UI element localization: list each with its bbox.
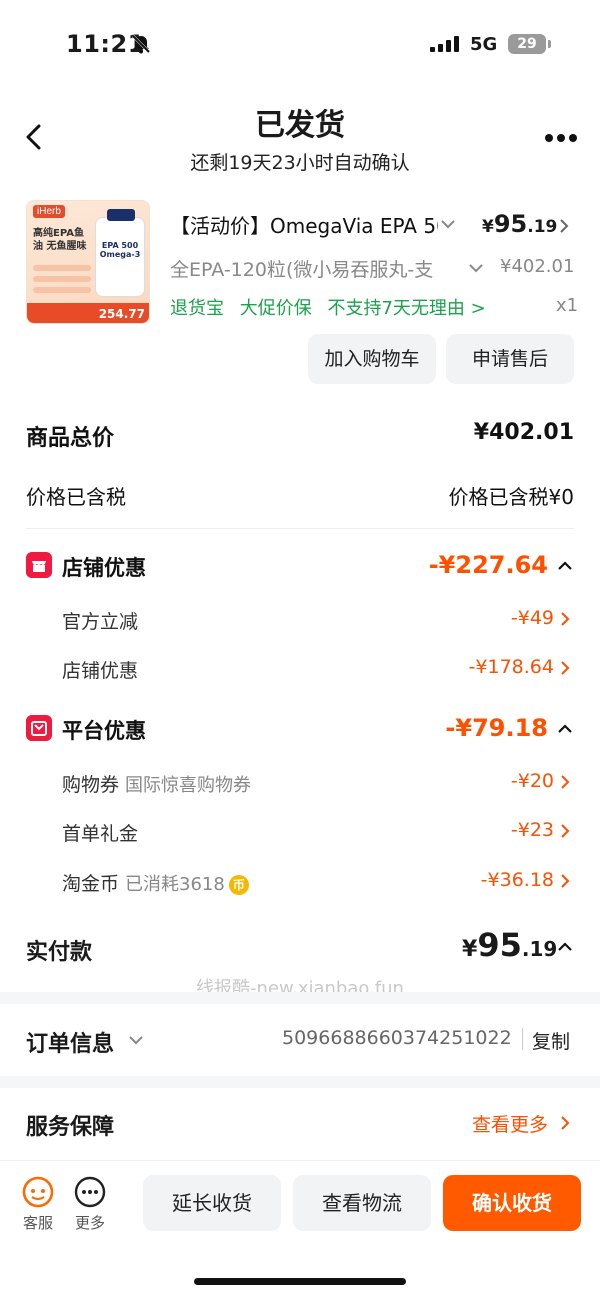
gold-coin-icon: 币 bbox=[228, 874, 249, 895]
platform-discount-title: 平台优惠 bbox=[62, 719, 146, 743]
discount-item-value[interactable]: -¥20 bbox=[511, 770, 554, 792]
chevron-up-icon[interactable] bbox=[557, 723, 573, 735]
chevron-right-icon[interactable] bbox=[560, 1115, 570, 1131]
chevron-right-icon[interactable] bbox=[560, 611, 570, 627]
order-info-label[interactable]: 订单信息 bbox=[26, 1026, 114, 1058]
product-service-tags[interactable]: 退货宝 大促价保 不支持7天无理由 > bbox=[170, 294, 496, 320]
discount-item-label: 淘金币 已消耗3618 币 bbox=[62, 869, 249, 896]
add-to-cart-button[interactable]: 加入购物车 bbox=[308, 334, 436, 384]
chevron-right-icon[interactable] bbox=[560, 873, 570, 889]
section-gap bbox=[0, 1076, 600, 1088]
chevron-right-icon[interactable] bbox=[558, 218, 570, 234]
battery-tip bbox=[548, 40, 551, 48]
tax-label: 价格已含税 bbox=[26, 485, 126, 509]
product-spec[interactable]: 全EPA-120粒(微小易吞服丸-支 bbox=[170, 255, 460, 282]
more-circle-icon[interactable] bbox=[74, 1176, 106, 1208]
view-more-link[interactable]: 查看更多 bbox=[472, 1110, 548, 1137]
product-image-bullets bbox=[33, 265, 91, 298]
product-bottle-label: EPA 500 Omega-3 bbox=[99, 241, 141, 259]
more-label[interactable]: 更多 bbox=[70, 1212, 110, 1233]
bell-muted-icon bbox=[131, 34, 151, 54]
product-bottle-cap bbox=[107, 209, 135, 221]
confirm-receipt-button[interactable]: 确认收货 bbox=[443, 1175, 581, 1231]
chevron-down-icon[interactable] bbox=[468, 262, 484, 274]
tag-no-7day-return[interactable]: 不支持7天无理由 > bbox=[327, 298, 485, 319]
product-price: ¥95.19 bbox=[482, 210, 558, 238]
store-icon bbox=[26, 552, 52, 578]
chevron-down-icon[interactable] bbox=[440, 218, 456, 230]
discount-item-label: 购物券 国际惊喜购物券 bbox=[62, 774, 252, 796]
discount-item-note: 已消耗3618 bbox=[125, 874, 225, 895]
section-gap bbox=[0, 992, 600, 1004]
product-original-price: ¥402.01 bbox=[500, 256, 575, 277]
platform-discount-total[interactable]: -¥79.18 bbox=[445, 714, 548, 742]
store-discount-total[interactable]: -¥227.64 bbox=[429, 551, 548, 579]
total-price-label: 商品总价 bbox=[26, 426, 115, 451]
discount-item-value[interactable]: -¥49 bbox=[511, 607, 554, 629]
store-discount-title: 店铺优惠 bbox=[62, 556, 146, 580]
discount-item-label: 店铺优惠 bbox=[62, 660, 139, 682]
extend-receipt-button[interactable]: 延长收货 bbox=[143, 1175, 281, 1231]
platform-icon bbox=[26, 715, 52, 741]
discount-item-value[interactable]: -¥36.18 bbox=[481, 869, 554, 891]
tax-value: 价格已含税¥0 bbox=[448, 485, 574, 509]
product-image-price: 254.77 bbox=[98, 307, 145, 321]
service-guarantee-label: 服务保障 bbox=[26, 1115, 115, 1140]
after-sale-button[interactable]: 申请售后 bbox=[446, 334, 574, 384]
discount-item-label: 官方立减 bbox=[62, 611, 139, 633]
chevron-right-icon[interactable] bbox=[560, 823, 570, 839]
home-indicator[interactable] bbox=[194, 1278, 406, 1285]
discount-item-value[interactable]: -¥23 bbox=[511, 819, 554, 841]
page-title: 已发货 bbox=[255, 108, 345, 143]
more-dots-icon[interactable] bbox=[544, 133, 578, 143]
chevron-up-icon[interactable] bbox=[557, 941, 573, 953]
battery-icon: 29 bbox=[508, 34, 546, 54]
order-number: 5096688660374251022 bbox=[282, 1027, 512, 1049]
chevron-up-icon[interactable] bbox=[557, 560, 573, 572]
discount-item-note: 国际惊喜购物券 bbox=[125, 775, 252, 796]
product-image-headline: 高纯EPA鱼油 无鱼腥味 bbox=[33, 228, 87, 252]
signal-icon bbox=[430, 36, 459, 52]
chevron-right-icon[interactable] bbox=[560, 774, 570, 790]
tag-return-insurance[interactable]: 退货宝 bbox=[170, 298, 224, 319]
copy-order-button[interactable]: 复制 bbox=[532, 1027, 570, 1054]
network-type: 5G bbox=[470, 34, 498, 55]
discount-item-label: 首单礼金 bbox=[62, 823, 139, 845]
total-price-value: ¥402.01 bbox=[473, 420, 574, 445]
paid-amount-value: ¥95.19 bbox=[462, 926, 558, 964]
paid-amount-label: 实付款 bbox=[26, 940, 93, 965]
product-quantity: x1 bbox=[556, 295, 579, 316]
status-bar: 11:21 5G 29 bbox=[0, 0, 600, 90]
chevron-right-icon[interactable] bbox=[560, 660, 570, 676]
divider bbox=[522, 1028, 523, 1050]
view-logistics-button[interactable]: 查看物流 bbox=[293, 1175, 431, 1231]
customer-service-label[interactable]: 客服 bbox=[18, 1212, 58, 1233]
discount-item-value[interactable]: -¥178.64 bbox=[469, 656, 554, 678]
tag-price-protection[interactable]: 大促价保 bbox=[240, 298, 312, 319]
product-image-brand: iHerb bbox=[33, 205, 65, 218]
auto-confirm-countdown: 还剩19天23小时自动确认 bbox=[190, 152, 410, 174]
customer-service-icon[interactable] bbox=[22, 1176, 54, 1208]
product-thumbnail[interactable]: iHerb 高纯EPA鱼油 无鱼腥味 EPA 500 Omega-3 254.7… bbox=[26, 200, 150, 324]
chevron-down-icon[interactable] bbox=[128, 1034, 144, 1046]
product-name[interactable]: 【活动价】OmegaVia EPA 500 bbox=[170, 210, 438, 239]
divider bbox=[26, 528, 574, 529]
